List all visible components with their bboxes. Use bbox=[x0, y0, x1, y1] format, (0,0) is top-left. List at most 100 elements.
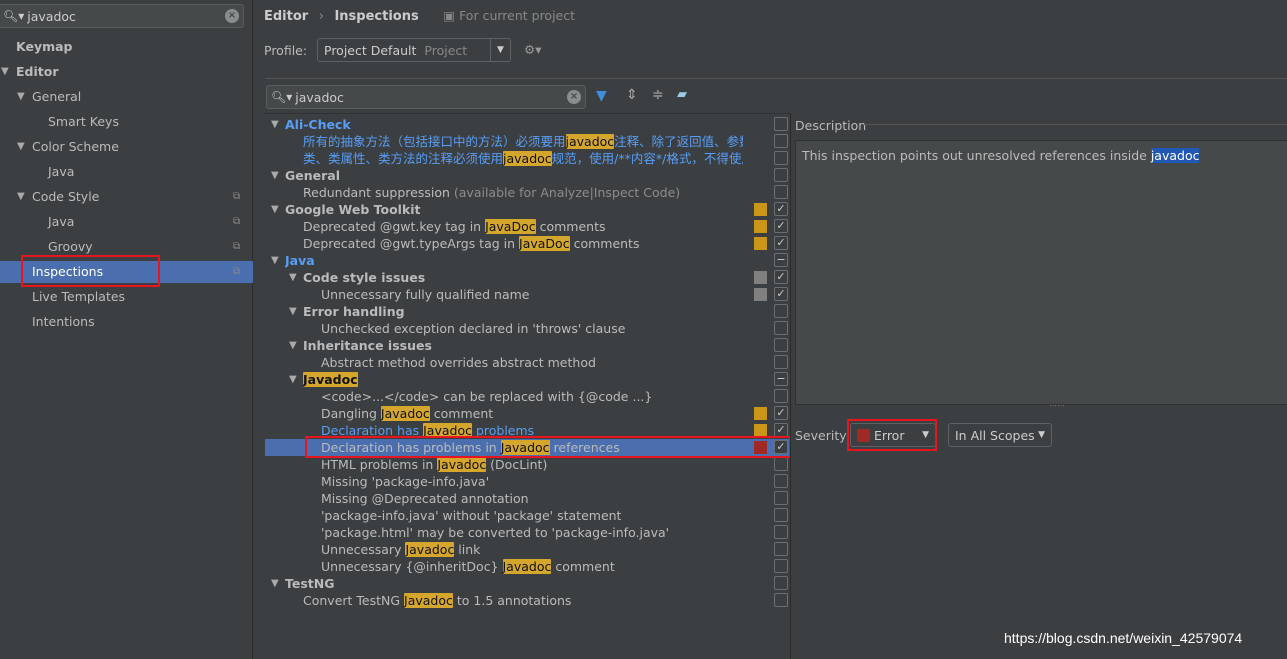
enable-checkbox[interactable] bbox=[774, 559, 788, 573]
tree-item-label: TestNG bbox=[285, 575, 334, 592]
enable-checkbox[interactable] bbox=[774, 338, 788, 352]
enable-checkbox[interactable] bbox=[774, 117, 788, 131]
splitter-handle[interactable]: ⋯⋯ bbox=[1049, 401, 1065, 410]
enable-checkbox[interactable]: ✓ bbox=[774, 270, 788, 284]
tree-group[interactable]: ▼ Javadoc − bbox=[265, 371, 790, 388]
tree-group[interactable]: ▼ General bbox=[265, 167, 790, 184]
tree-item[interactable]: <code>...</code> can be replaced with {@… bbox=[265, 388, 790, 405]
expand-arrow-icon[interactable]: ▼ bbox=[17, 136, 25, 158]
tree-item[interactable]: Dangling Javadoc comment ✓ bbox=[265, 405, 790, 422]
enable-checkbox[interactable] bbox=[774, 321, 788, 335]
enable-checkbox[interactable] bbox=[774, 151, 788, 165]
breadcrumb-editor[interactable]: Editor bbox=[264, 9, 308, 24]
reset-eraser-icon[interactable]: ▰ bbox=[677, 87, 687, 102]
inspection-filter-input[interactable]: 🔍︎▾ javadoc × bbox=[266, 85, 586, 109]
tree-item[interactable]: Deprecated @gwt.key tag in JavaDoc comme… bbox=[265, 218, 790, 235]
expand-arrow-icon[interactable]: ▼ bbox=[271, 167, 279, 184]
enable-checkbox[interactable] bbox=[774, 576, 788, 590]
label-part: 所有的抽象方法（包括接口中的方法）必须要用 bbox=[303, 134, 566, 149]
tree-group[interactable]: ▼ Google Web Toolkit ✓ bbox=[265, 201, 790, 218]
expand-arrow-icon[interactable]: ▼ bbox=[271, 252, 279, 269]
tree-group[interactable]: ▼ Ali-Check bbox=[265, 116, 790, 133]
enable-checkbox[interactable] bbox=[774, 474, 788, 488]
sidebar-item-code-style[interactable]: ▼ Code Style ⧉ bbox=[0, 186, 253, 208]
enable-checkbox[interactable] bbox=[774, 542, 788, 556]
expand-arrow-icon[interactable]: ▼ bbox=[17, 86, 25, 108]
tree-item[interactable]: Abstract method overrides abstract metho… bbox=[265, 354, 790, 371]
tree-item[interactable]: 类、类属性、类方法的注释必须使用javadoc规范，使用/**内容*/格式，不得… bbox=[265, 150, 790, 167]
scope-dropdown[interactable]: In All Scopes ▼ bbox=[948, 423, 1052, 447]
tree-item[interactable]: HTML problems in Javadoc (DocLint) bbox=[265, 456, 790, 473]
tree-group[interactable]: ▼ Inheritance issues bbox=[265, 337, 790, 354]
sidebar-item-label: Intentions bbox=[32, 314, 95, 329]
tree-item[interactable]: Deprecated @gwt.typeArgs tag in JavaDoc … bbox=[265, 235, 790, 252]
sidebar-item-java[interactable]: Java ⧉ bbox=[0, 211, 253, 233]
tree-item-label: Convert TestNG Javadoc to 1.5 annotation… bbox=[303, 592, 571, 609]
sidebar-item-keymap[interactable]: Keymap bbox=[0, 36, 253, 58]
expand-arrow-icon[interactable]: ▼ bbox=[271, 575, 279, 592]
tree-group[interactable]: ▼ Code style issues ✓ bbox=[265, 269, 790, 286]
enable-checkbox[interactable] bbox=[774, 168, 788, 182]
label-part: Ali-Check bbox=[285, 117, 351, 132]
tree-item[interactable]: Missing 'package-info.java' bbox=[265, 473, 790, 490]
expand-arrow-icon[interactable]: ▼ bbox=[289, 303, 297, 320]
tree-item[interactable]: Unchecked exception declared in 'throws'… bbox=[265, 320, 790, 337]
tree-item-label: HTML problems in Javadoc (DocLint) bbox=[321, 456, 547, 473]
tree-group[interactable]: ▼ TestNG bbox=[265, 575, 790, 592]
enable-checkbox[interactable] bbox=[774, 185, 788, 199]
enable-checkbox[interactable]: ✓ bbox=[774, 219, 788, 233]
enable-checkbox[interactable]: ✓ bbox=[774, 202, 788, 216]
enable-checkbox[interactable]: ✓ bbox=[774, 287, 788, 301]
enable-checkbox[interactable]: − bbox=[774, 253, 788, 267]
tree-item[interactable]: 'package.html' may be converted to 'pack… bbox=[265, 524, 790, 541]
sidebar-item-editor[interactable]: ▼ Editor bbox=[0, 61, 253, 83]
enable-checkbox[interactable] bbox=[774, 525, 788, 539]
tree-item-label: Inheritance issues bbox=[303, 337, 432, 354]
tree-group[interactable]: ▼ Error handling bbox=[265, 303, 790, 320]
expand-arrow-icon[interactable]: ▼ bbox=[289, 269, 297, 286]
expand-arrow-icon[interactable]: ▼ bbox=[271, 116, 279, 133]
expand-arrow-icon[interactable]: ▼ bbox=[1, 61, 9, 83]
clear-filter-icon[interactable]: × bbox=[567, 90, 581, 104]
enable-checkbox[interactable]: ✓ bbox=[774, 236, 788, 250]
tree-item[interactable]: Unnecessary fully qualified name ✓ bbox=[265, 286, 790, 303]
tree-item[interactable]: Unnecessary {@inheritDoc} Javadoc commen… bbox=[265, 558, 790, 575]
expand-all-icon[interactable]: ⇕ bbox=[626, 87, 638, 103]
enable-checkbox[interactable]: − bbox=[774, 372, 788, 386]
sidebar-item-general[interactable]: ▼ General bbox=[0, 86, 253, 108]
sidebar-item-smart-keys[interactable]: Smart Keys bbox=[0, 111, 253, 133]
tree-item[interactable]: Redundant suppression (available for Ana… bbox=[265, 184, 790, 201]
tree-item[interactable]: 'package-info.java' without 'package' st… bbox=[265, 507, 790, 524]
tree-item[interactable]: Missing @Deprecated annotation bbox=[265, 490, 790, 507]
tree-group[interactable]: ▼ Java − bbox=[265, 252, 790, 269]
sidebar-item-intentions[interactable]: Intentions bbox=[0, 311, 253, 333]
enable-checkbox[interactable] bbox=[774, 134, 788, 148]
label-part: Unnecessary bbox=[321, 542, 406, 557]
expand-arrow-icon[interactable]: ▼ bbox=[289, 337, 297, 354]
enable-checkbox[interactable] bbox=[774, 457, 788, 471]
sidebar-item-java[interactable]: Java bbox=[0, 161, 253, 183]
collapse-all-icon[interactable]: ≑ bbox=[652, 87, 664, 103]
tree-item[interactable]: Convert TestNG Javadoc to 1.5 annotation… bbox=[265, 592, 790, 609]
expand-arrow-icon[interactable]: ▼ bbox=[17, 186, 25, 208]
enable-checkbox[interactable] bbox=[774, 389, 788, 403]
enable-checkbox[interactable] bbox=[774, 508, 788, 522]
enable-checkbox[interactable]: ✓ bbox=[774, 406, 788, 420]
gear-icon[interactable]: ⚙▾ bbox=[524, 42, 541, 57]
enable-checkbox[interactable] bbox=[774, 355, 788, 369]
expand-arrow-icon[interactable]: ▼ bbox=[271, 201, 279, 218]
filter-icon[interactable]: ▼ bbox=[596, 88, 607, 104]
enable-checkbox[interactable] bbox=[774, 593, 788, 607]
enable-checkbox[interactable]: ✓ bbox=[774, 423, 788, 437]
clear-search-icon[interactable]: × bbox=[225, 9, 239, 23]
tree-item[interactable]: Unnecessary Javadoc link bbox=[265, 541, 790, 558]
profile-dropdown[interactable]: Project Default Project ▼ bbox=[317, 38, 511, 62]
sidebar-item-live-templates[interactable]: Live Templates bbox=[0, 286, 253, 308]
tree-item[interactable]: 所有的抽象方法（包括接口中的方法）必须要用javadoc注释、除了返回值、参数、… bbox=[265, 133, 790, 150]
search-match: Javadoc bbox=[404, 593, 453, 608]
settings-search-input[interactable]: 🔍︎▾ javadoc × bbox=[0, 4, 244, 28]
sidebar-item-color-scheme[interactable]: ▼ Color Scheme bbox=[0, 136, 253, 158]
enable-checkbox[interactable] bbox=[774, 304, 788, 318]
enable-checkbox[interactable] bbox=[774, 491, 788, 505]
expand-arrow-icon[interactable]: ▼ bbox=[289, 371, 297, 388]
